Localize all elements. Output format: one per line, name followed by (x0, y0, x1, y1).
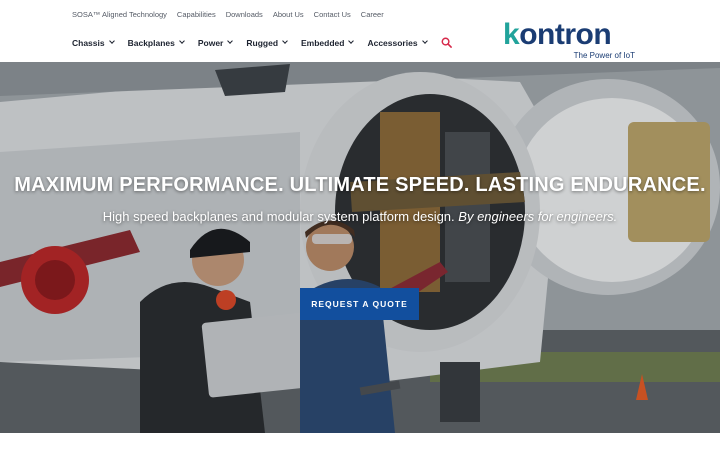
chevron-down-icon (421, 38, 428, 44)
chevron-down-icon (348, 38, 355, 44)
top-link-capabilities[interactable]: Capabilities (177, 10, 216, 19)
top-link-career[interactable]: Career (361, 10, 384, 19)
chevron-down-icon (282, 38, 288, 44)
page-bottom-strip (0, 433, 720, 450)
search-button[interactable] (441, 37, 452, 48)
top-link-sosa[interactable]: SOSA™ Aligned Technology (72, 10, 167, 19)
kontron-logo[interactable]: kontron The Power of IoT (503, 20, 643, 62)
utility-nav: SOSA™ Aligned Technology Capabilities Do… (72, 10, 384, 19)
chevron-down-icon (108, 38, 115, 44)
request-a-quote-button[interactable]: REQUEST A QUOTE (300, 288, 419, 320)
main-nav: Chassis Backplanes Power Rugged Embedded… (72, 37, 452, 48)
nav-item-embedded[interactable]: Embedded (301, 37, 355, 48)
chevron-down-icon (179, 38, 185, 44)
nav-item-power[interactable]: Power (197, 37, 234, 48)
nav-item-label: Power (197, 37, 224, 48)
logo-wordmark: kontron (503, 18, 612, 51)
hero-overlay (0, 62, 720, 433)
top-link-about-us[interactable]: About Us (273, 10, 304, 19)
hero-banner: MAXIMUM PERFORMANCE. ULTIMATE SPEED. LAS… (0, 62, 720, 433)
nav-item-accessories[interactable]: Accessories (367, 37, 428, 48)
nav-item-label: Embedded (301, 37, 345, 48)
chevron-down-icon (227, 38, 234, 44)
nav-item-chassis[interactable]: Chassis (72, 37, 115, 48)
nav-item-label: Accessories (367, 37, 418, 48)
nav-item-label: Backplanes (127, 37, 175, 48)
logo-tagline: The Power of IoT (573, 51, 635, 60)
nav-item-label: Chassis (72, 37, 105, 48)
nav-item-label: Rugged (246, 37, 279, 48)
nav-item-rugged[interactable]: Rugged (246, 37, 288, 48)
top-link-contact-us[interactable]: Contact Us (314, 10, 351, 19)
site-header: SOSA™ Aligned Technology Capabilities Do… (0, 0, 720, 62)
hero-headline: MAXIMUM PERFORMANCE. ULTIMATE SPEED. LAS… (14, 174, 706, 196)
top-link-downloads[interactable]: Downloads (226, 10, 263, 19)
hero-subheadline: High speed backplanes and modular system… (102, 209, 618, 224)
nav-item-backplanes[interactable]: Backplanes (127, 37, 185, 48)
search-icon (441, 37, 452, 48)
